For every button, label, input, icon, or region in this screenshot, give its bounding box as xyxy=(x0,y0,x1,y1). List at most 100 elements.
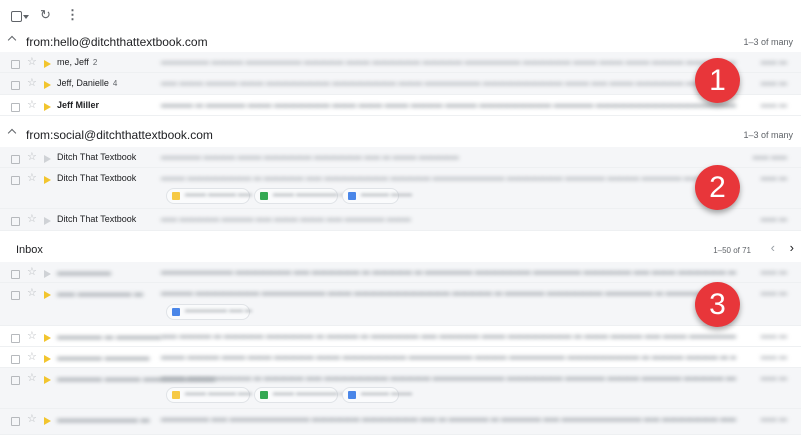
email-row[interactable]: ☆ Ditch That Textbook ▬▬▬▬▬ ▬▬▬▬ ▬▬▬ ▬▬▬… xyxy=(0,147,801,309)
email-row[interactable]: ☆ ▬▬▬▬▬ ▬▬▬▬▬ ▬▬▬ ▬▬▬▬ ▬▬▬ ▬▬▬ ▬▬▬▬▬ ▬▬▬… xyxy=(0,347,801,368)
row-checkbox[interactable] xyxy=(11,217,20,226)
important-marker-icon[interactable] xyxy=(44,217,51,225)
row-checkbox[interactable] xyxy=(11,103,20,112)
star-icon[interactable]: ☆ xyxy=(27,372,37,384)
email-row[interactable]: ☆ ▬▬▬▬▬ ▬ ▬▬▬▬▬ ▬▬ ▬▬▬▬ ▬ ▬▬▬▬▬ ▬▬▬▬▬▬ ▬… xyxy=(0,326,801,347)
email-snippet-blurred: ▬▬▬▬ ▬ ▬▬▬▬▬ ▬▬▬ ▬▬▬▬▬▬▬ ▬▬▬ ▬▬▬ ▬▬▬ ▬▬▬… xyxy=(161,100,736,109)
important-marker-icon[interactable] xyxy=(44,103,51,111)
attachment-chip[interactable]: ▬▬▬▬▬▬ ▬▬ ▬ xyxy=(166,304,252,320)
slides-icon xyxy=(172,192,180,200)
important-marker-icon[interactable] xyxy=(44,355,51,363)
important-marker-icon[interactable] xyxy=(44,334,51,342)
star-icon[interactable]: ☆ xyxy=(27,172,37,184)
section-header-social[interactable]: from:social@ditchthattextbook.com 1–3 of… xyxy=(0,122,801,149)
email-row[interactable]: ☆ ▬▬▬▬▬ ▬▬▬▬ ▬▬▬▬▬▬▬▬ ▬▬▬ ▬▬▬▬▬▬▬▬ ▬ ▬▬▬… xyxy=(0,368,801,409)
docs-icon xyxy=(348,391,356,399)
star-icon[interactable]: ☆ xyxy=(27,99,37,111)
attachment-chip[interactable]: ▬▬▬ ▬▬▬▬▬▬ ▬ xyxy=(254,188,347,204)
email-snippet-blurred: ▬▬▬ ▬▬▬▬▬▬▬▬ ▬ ▬▬▬▬▬ ▬▬ ▬▬▬▬▬▬▬▬ ▬▬▬▬▬ ▬… xyxy=(161,173,736,182)
email-row[interactable]: ☆ Ditch That Textbook ▬▬▬ ▬▬▬▬▬▬▬▬ ▬ ▬▬▬… xyxy=(0,168,801,209)
important-marker-icon[interactable] xyxy=(44,417,51,425)
important-marker-icon[interactable] xyxy=(44,376,51,384)
email-snippet-blurred: ▬▬▬▬▬▬ ▬▬ ▬▬▬▬▬▬▬▬▬▬ ▬▬▬▬▬▬ ▬▬▬▬▬▬▬ ▬▬ ▬… xyxy=(161,414,736,423)
email-snippet-blurred: ▬▬ ▬▬▬ ▬▬▬▬ ▬▬▬ ▬▬▬▬▬▬▬▬ ▬▬▬▬▬▬▬▬ ▬▬▬ ▬▬… xyxy=(161,78,736,87)
email-sender-blurred: ▬▬▬▬▬▬ xyxy=(57,267,111,277)
email-row[interactable]: ☆ ▬▬▬▬▬▬ ▬▬▬▬▬▬▬▬▬ ▬▬▬▬▬▬▬ ▬▬ ▬▬▬▬▬▬ ▬ ▬… xyxy=(0,262,801,283)
section-count: 1–3 of many xyxy=(743,130,793,140)
email-row[interactable]: ☆ Jeff Miller ▬▬▬▬ ▬ ▬▬▬▬▬ ▬▬▬ ▬▬▬▬▬▬▬ ▬… xyxy=(0,95,801,116)
email-date-blurred: ▬▬ ▬▬ xyxy=(752,152,787,161)
callout-badge-1: 1 xyxy=(695,58,740,103)
email-row[interactable]: ☆ Ditch That Textbook ▬▬ ▬▬▬▬▬ ▬▬▬▬ ▬▬ ▬… xyxy=(0,209,801,433)
row-checkbox[interactable] xyxy=(11,291,20,300)
attachment-chip[interactable]: ▬▬▬▬ ▬▬▬ xyxy=(342,188,412,204)
star-icon[interactable]: ☆ xyxy=(27,287,37,299)
email-sender: Ditch That Textbook xyxy=(57,173,137,183)
star-icon[interactable]: ☆ xyxy=(27,56,37,68)
section-count: 1–3 of many xyxy=(743,37,793,47)
email-sender-blurred: ▬▬▬▬▬▬▬▬▬ ▬ xyxy=(57,414,150,424)
email-snippet-blurred: ▬▬▬▬▬▬▬▬▬ ▬▬▬▬▬▬▬ ▬▬ ▬▬▬▬▬▬ ▬ ▬▬▬▬▬ ▬ ▬▬… xyxy=(161,267,736,276)
select-all-checkbox[interactable] xyxy=(11,11,22,22)
email-date-blurred: ▬▬ ▬ xyxy=(760,414,787,423)
more-options-icon[interactable]: ⋮ xyxy=(66,8,79,22)
select-dropdown-icon[interactable] xyxy=(23,15,29,19)
email-date-blurred: ▬▬ ▬ xyxy=(760,352,787,361)
important-marker-icon[interactable] xyxy=(44,270,51,278)
chevron-right-icon[interactable]: › xyxy=(790,241,794,255)
pagination-range: 1–50 of 71 xyxy=(713,246,751,255)
important-marker-icon[interactable] xyxy=(44,176,51,184)
attachment-chip[interactable]: ▬▬▬ ▬▬▬▬▬▬ ▬ xyxy=(254,387,347,403)
star-icon[interactable]: ☆ xyxy=(27,213,37,225)
collapse-chevron-icon[interactable] xyxy=(7,35,17,45)
email-date-blurred: ▬▬ ▬ xyxy=(760,331,787,340)
row-checkbox[interactable] xyxy=(11,176,20,185)
star-icon[interactable]: ☆ xyxy=(27,330,37,342)
important-marker-icon[interactable] xyxy=(44,291,51,299)
email-sender: me, Jeff 2 xyxy=(57,57,98,67)
row-checkbox[interactable] xyxy=(11,376,20,385)
toolbar: ↻ ⋮ xyxy=(0,0,801,30)
star-icon[interactable]: ☆ xyxy=(27,413,37,425)
refresh-icon[interactable]: ↻ xyxy=(40,8,51,22)
star-icon[interactable]: ☆ xyxy=(27,77,37,89)
chevron-left-icon[interactable]: ‹ xyxy=(771,241,775,255)
row-checkbox[interactable] xyxy=(11,60,20,69)
email-snippet-blurred: ▬▬ ▬▬▬▬ ▬ ▬▬▬▬▬ ▬▬▬▬▬▬ ▬ ▬▬▬▬ ▬ ▬▬▬▬▬▬ ▬… xyxy=(161,331,736,340)
row-checkbox[interactable] xyxy=(11,270,20,279)
star-icon[interactable]: ☆ xyxy=(27,351,37,363)
docs-icon xyxy=(348,192,356,200)
section-title: from:social@ditchthattextbook.com xyxy=(26,128,213,142)
email-snippet-blurred: ▬▬▬ ▬▬▬▬▬▬▬▬ ▬ ▬▬▬▬▬ ▬▬ ▬▬▬▬▬▬▬▬ ▬▬▬▬▬ ▬… xyxy=(161,373,736,382)
email-date-blurred: ▬▬ ▬ xyxy=(760,100,787,109)
star-icon[interactable]: ☆ xyxy=(27,151,37,163)
email-snippet-blurred: ▬▬▬ ▬▬▬▬ ▬▬▬ ▬▬▬ ▬▬▬▬▬ ▬▬▬ ▬▬▬▬▬▬▬▬ ▬▬▬▬… xyxy=(161,352,736,361)
email-date-blurred: ▬▬ ▬ xyxy=(760,214,787,223)
row-checkbox[interactable] xyxy=(11,417,20,426)
attachment-chip[interactable]: ▬▬▬ ▬▬▬▬ ▬▬ xyxy=(166,188,252,204)
important-marker-icon[interactable] xyxy=(44,81,51,89)
collapse-chevron-icon[interactable] xyxy=(7,128,17,138)
email-row[interactable]: ☆ ▬▬▬▬▬▬▬▬▬ ▬ ▬▬▬▬▬▬ ▬▬ ▬▬▬▬▬▬▬▬▬▬ ▬▬▬▬▬… xyxy=(0,409,801,435)
inbox-title: Inbox xyxy=(16,244,43,256)
email-row[interactable]: ☆ ▬▬ ▬▬▬▬▬▬ ▬ ▬▬▬▬ ▬▬▬▬▬▬▬▬ ▬▬▬▬▬▬▬▬ ▬▬▬… xyxy=(0,283,801,326)
email-row[interactable]: ☆ Jeff, Danielle 4 ▬▬ ▬▬▬ ▬▬▬▬ ▬▬▬ ▬▬▬▬▬▬… xyxy=(0,73,801,95)
email-row[interactable]: ☆ me, Jeff 2 ▬▬▬▬▬▬ ▬▬▬▬ ▬▬▬▬▬▬▬ ▬▬▬▬▬ ▬▬… xyxy=(0,52,801,73)
row-checkbox[interactable] xyxy=(11,155,20,164)
attachment-chip[interactable]: ▬▬▬ ▬▬▬▬ ▬▬ xyxy=(166,387,252,403)
sheets-icon xyxy=(260,391,268,399)
email-date-blurred: ▬▬ ▬ xyxy=(760,267,787,276)
email-sender: Ditch That Textbook xyxy=(57,214,137,224)
email-date-blurred: ▬▬ ▬ xyxy=(760,78,787,87)
section-title: from:hello@ditchthattextbook.com xyxy=(26,35,208,49)
row-checkbox[interactable] xyxy=(11,334,20,343)
important-marker-icon[interactable] xyxy=(44,60,51,68)
important-marker-icon[interactable] xyxy=(44,155,51,163)
email-snippet-blurred: ▬▬▬▬ ▬▬▬▬▬▬▬▬ ▬▬▬▬▬▬▬▬ ▬▬▬ ▬▬▬▬▬▬▬▬▬▬▬▬ … xyxy=(161,288,736,297)
row-checkbox[interactable] xyxy=(11,81,20,90)
row-checkbox[interactable] xyxy=(11,355,20,364)
star-icon[interactable]: ☆ xyxy=(27,266,37,278)
attachment-chip[interactable]: ▬▬▬▬ ▬▬▬ xyxy=(342,387,412,403)
email-sender-blurred: ▬▬ ▬▬▬▬▬▬ ▬ xyxy=(57,288,144,298)
email-sender-blurred: ▬▬▬▬▬ ▬ ▬▬▬▬▬ xyxy=(57,331,162,341)
